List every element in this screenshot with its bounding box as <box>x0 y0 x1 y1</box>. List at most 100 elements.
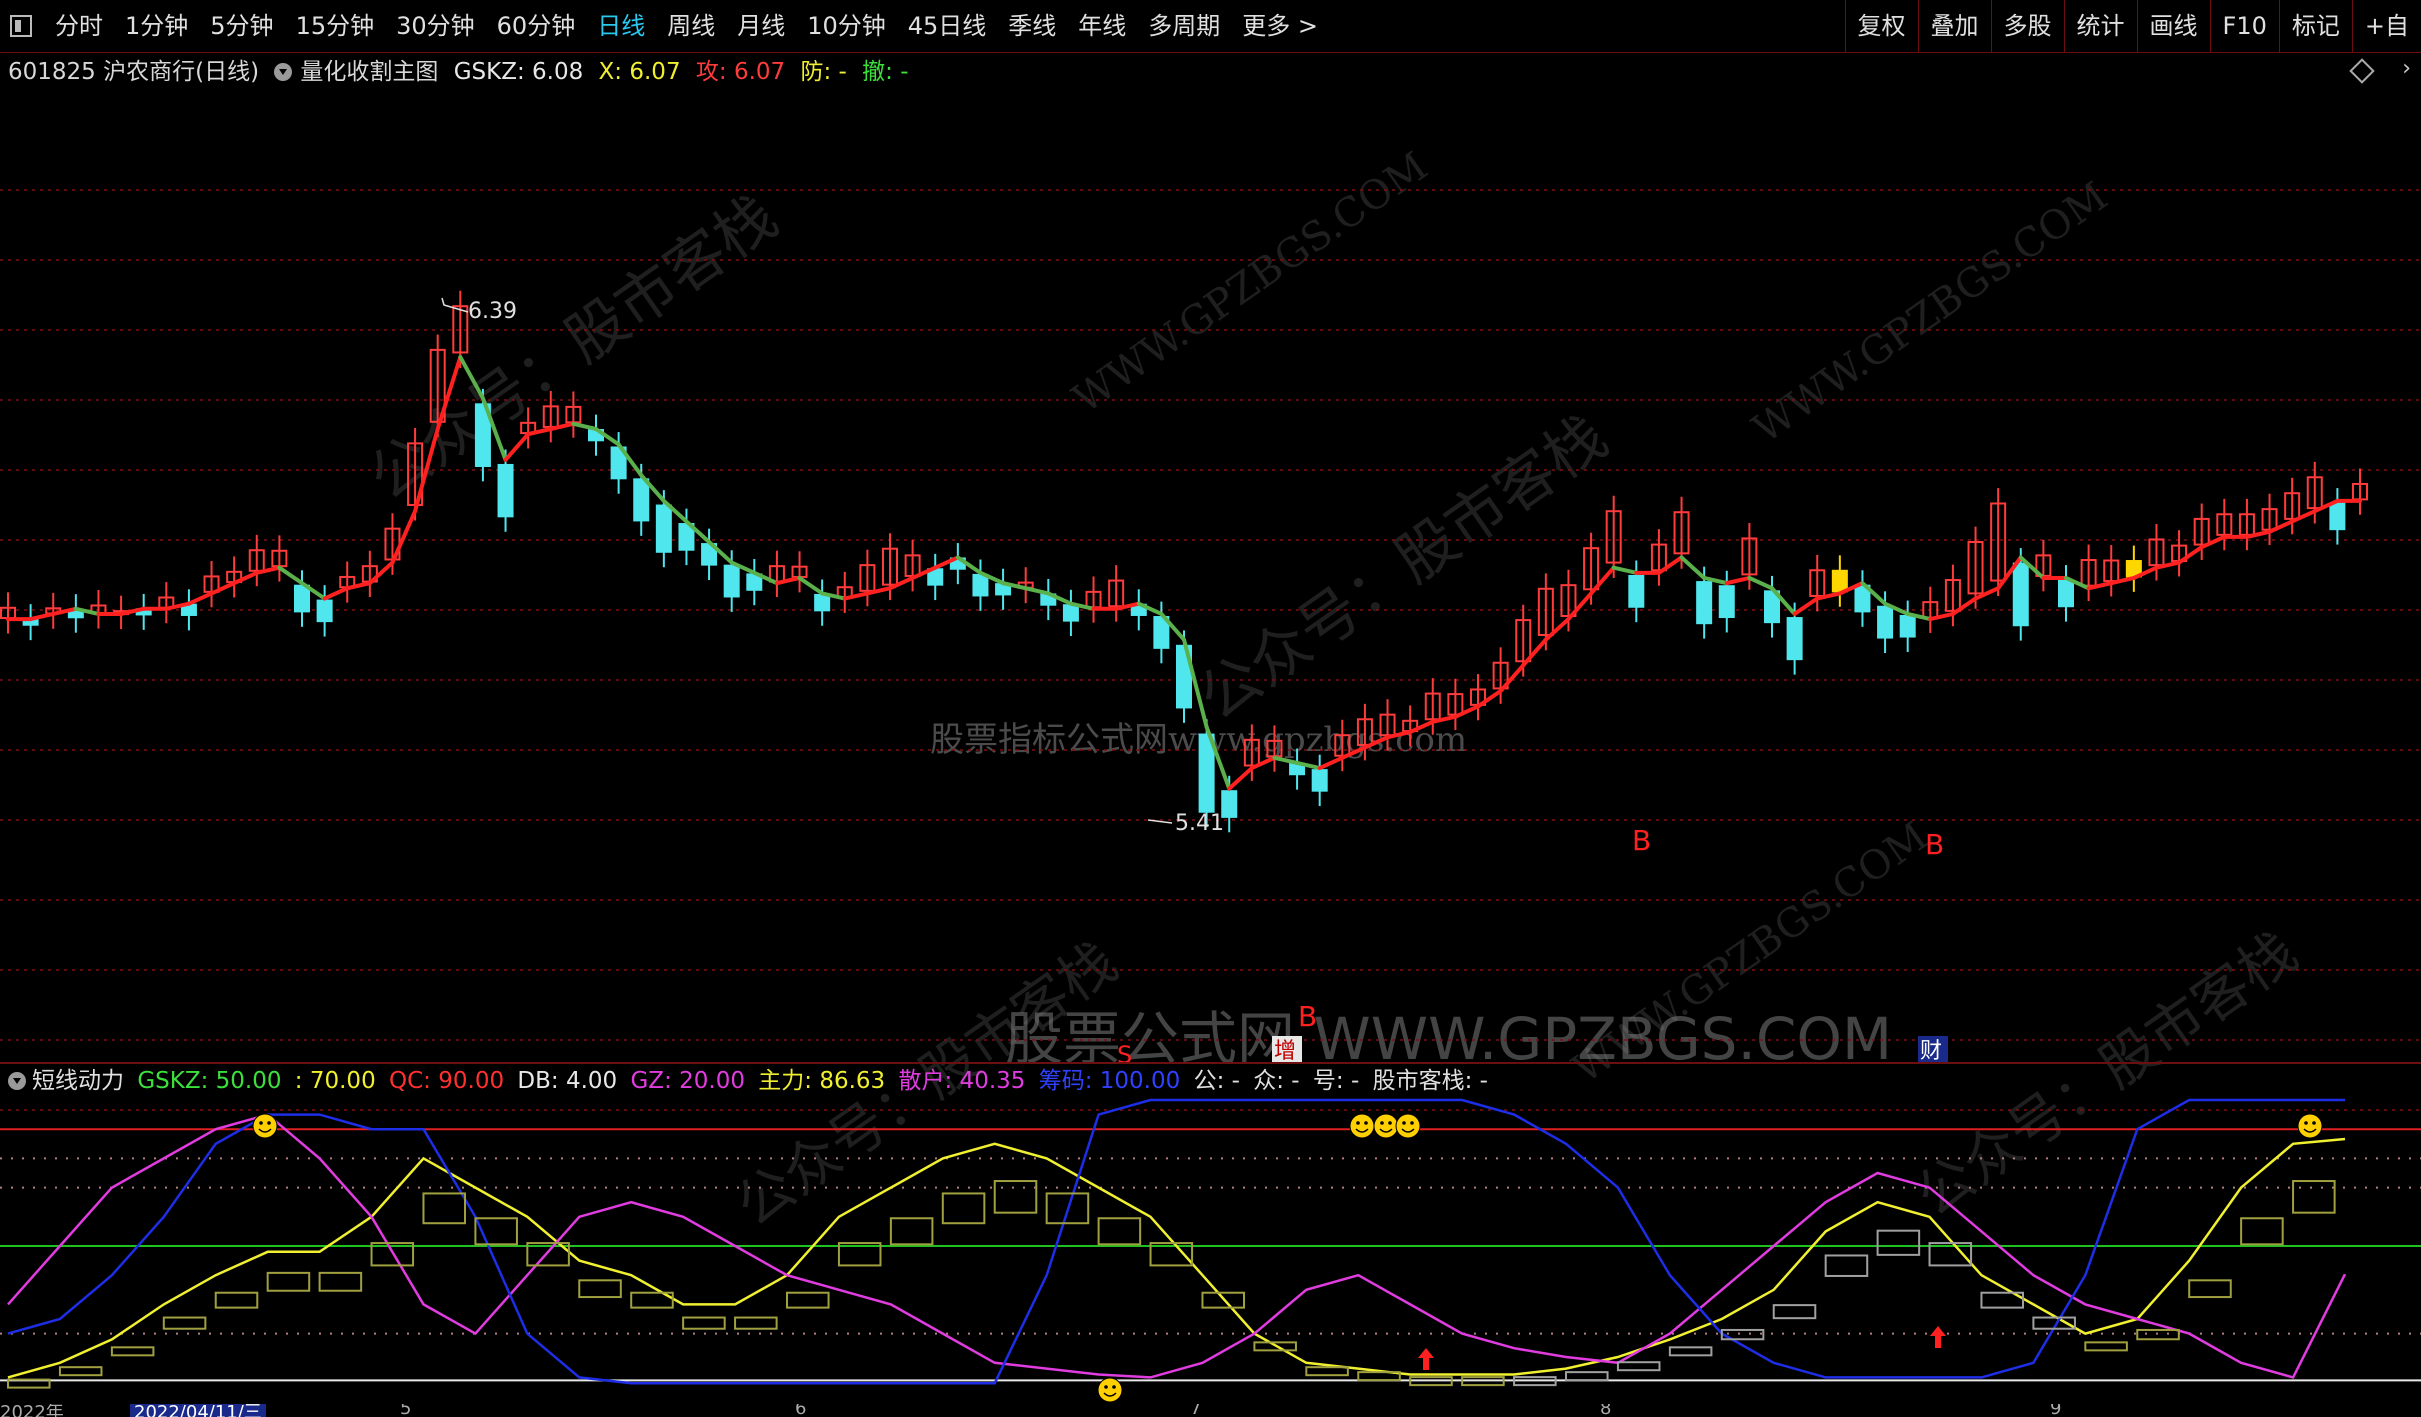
ma-segment-56 <box>1249 755 1277 771</box>
step-box-4 <box>214 1291 259 1309</box>
ma-segment-74 <box>1656 555 1684 575</box>
step-box-25 <box>1305 1366 1349 1377</box>
candle-body-32 <box>723 564 740 598</box>
smiley-eye-left-0 <box>259 1121 263 1125</box>
candle-body-53 <box>1198 733 1215 813</box>
smiley-icon-3 <box>1395 1113 1421 1139</box>
smiley-eye-left-1 <box>1356 1121 1360 1125</box>
ma-segment-101 <box>2267 519 2295 534</box>
ma-segment-66 <box>1476 689 1503 709</box>
candle-body-84 <box>1899 615 1916 638</box>
step-box-3 <box>162 1316 207 1330</box>
ma-segment-39 <box>865 586 892 596</box>
sub-gz: GZ: 20.00 <box>630 1068 745 1094</box>
ma-segment-67 <box>1498 663 1526 694</box>
ma-segment-63 <box>1408 719 1435 735</box>
sub-indicator-name[interactable]: 短线动力 <box>32 1068 124 1094</box>
smiley-eye-right-0 <box>267 1121 271 1125</box>
smiley-eye-right-2 <box>1388 1121 1392 1125</box>
step-box-41 <box>2136 1328 2180 1341</box>
smiley-eye-left-4 <box>1104 1385 1108 1389</box>
ma-segment-94 <box>2109 575 2136 586</box>
candle-body-54 <box>1221 790 1238 818</box>
ma-segment-2 <box>28 611 56 622</box>
date-axis: 2022年 2022/04/11/三 5 6 7 8 9 <box>0 1404 2421 1417</box>
ma-segment-72 <box>1611 565 1639 575</box>
low-price-label: 5.41 <box>1175 811 1224 836</box>
ma-segment-11 <box>232 570 259 586</box>
ma-segment-86 <box>1928 611 1955 622</box>
smiley-icon-2 <box>1373 1113 1399 1139</box>
smiley-eye-right-1 <box>1364 1121 1368 1125</box>
step-box-30 <box>1565 1371 1609 1382</box>
sub-qc: QC: 90.00 <box>389 1068 505 1094</box>
date-label-3: 6 <box>795 1404 807 1417</box>
ma-segment-26 <box>571 421 598 431</box>
step-box-14 <box>734 1316 778 1330</box>
ma-segment-18 <box>390 509 418 565</box>
step-box-31 <box>1616 1361 1661 1372</box>
candle-body-81 <box>1831 569 1848 593</box>
ma-segment-23 <box>503 432 531 462</box>
ma-segment-57 <box>1272 755 1300 765</box>
zeng-label: 增 <box>1274 1039 1296 1064</box>
ma-segment-70 <box>1566 591 1594 622</box>
ma-segment-69 <box>1543 617 1571 642</box>
ma-segment-60 <box>1340 745 1367 760</box>
sub-gskz: GSKZ: 50.00 <box>137 1068 282 1094</box>
candle-body-28 <box>633 478 650 522</box>
ma-segment-61 <box>1362 735 1390 750</box>
ma-segment-71 <box>1589 565 1616 596</box>
ma-segment-97 <box>2177 545 2204 565</box>
high-price-pointer <box>441 297 469 313</box>
candle-body-76 <box>1718 585 1735 619</box>
ma-segment-65 <box>1453 704 1480 719</box>
candle-body-79 <box>1786 617 1803 661</box>
sub-sanhu: 散户: 40.35 <box>898 1068 1026 1094</box>
ma-segment-25 <box>548 421 576 431</box>
ma-segment-98 <box>2199 534 2227 550</box>
sub-gong: 公: - <box>1193 1068 1240 1094</box>
buy-signal-b2: B <box>1925 828 1944 861</box>
date-label-2: 5 <box>400 1404 412 1417</box>
candle-body-43 <box>972 573 989 597</box>
smiley-eye-right-5 <box>2312 1121 2316 1125</box>
ma-segment-77 <box>1724 575 1752 586</box>
smiley-icon-1 <box>1349 1113 1375 1139</box>
ma-segment-35 <box>774 575 802 586</box>
up-arrow-icon-1 <box>1930 1326 1946 1348</box>
sub-70: : 70.00 <box>294 1068 376 1094</box>
ma-segment-38 <box>842 591 870 601</box>
step-box-44 <box>2292 1180 2336 1214</box>
ma-segment-78 <box>1747 575 1774 591</box>
candle-body-91 <box>2058 579 2074 608</box>
sub-indicator-dropdown-icon[interactable] <box>8 1072 26 1090</box>
ma-segment-40 <box>888 575 915 591</box>
sub-zhuli: 主力: 86.63 <box>758 1068 886 1094</box>
buy-signal-b3: B <box>1298 1000 1317 1033</box>
ma-segment-16 <box>345 581 372 591</box>
step-box-13 <box>682 1316 726 1330</box>
ma-segment-96 <box>2154 560 2182 570</box>
ma-segment-64 <box>1430 714 1458 724</box>
date-label-6: 9 <box>2050 1404 2062 1417</box>
ma-segment-100 <box>2244 529 2272 539</box>
stock-chart[interactable]: 6.395.41B BSB增财 <box>0 0 2421 1417</box>
sub-hao: 号: - <box>1312 1068 1360 1094</box>
ma-segment-80 <box>1792 596 1820 616</box>
cai-label: 财 <box>1920 1039 1942 1064</box>
step-box-2 <box>110 1346 155 1357</box>
candle-body-47 <box>1062 604 1079 622</box>
candle-body-72 <box>1628 574 1645 608</box>
step-box-17 <box>889 1217 934 1246</box>
ma-segment-102 <box>2290 509 2317 524</box>
ma-segment-46 <box>1023 586 1051 596</box>
candle-body-89 <box>2012 562 2029 627</box>
ma-segment-75 <box>1679 555 1707 580</box>
smiley-icon-4 <box>1097 1377 1123 1403</box>
ma-segment-10 <box>209 581 237 596</box>
smiley-eye-right-3 <box>1410 1121 1414 1125</box>
ma-segment-24 <box>526 426 553 437</box>
step-box-34 <box>1772 1304 1817 1320</box>
ma-segment-68 <box>1521 637 1548 668</box>
